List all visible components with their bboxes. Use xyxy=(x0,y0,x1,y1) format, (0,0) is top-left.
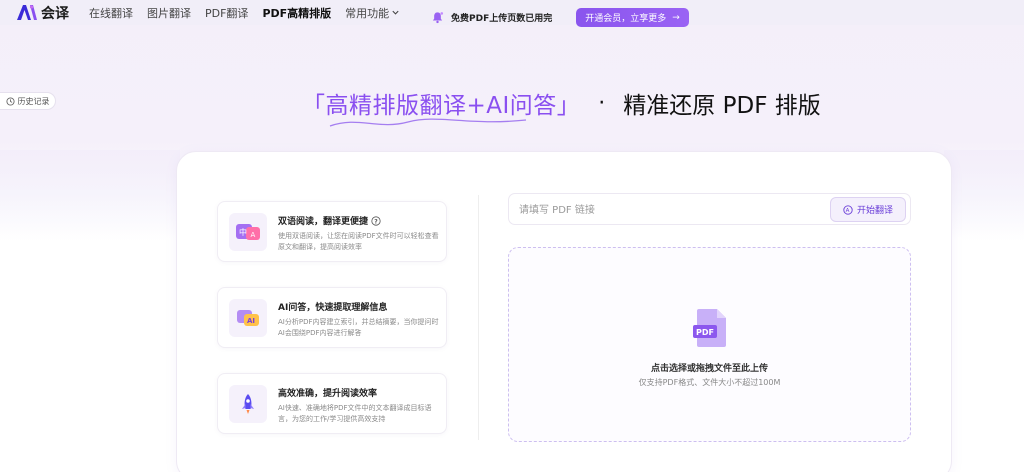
feature-icon-container xyxy=(229,385,267,423)
svg-text:A: A xyxy=(846,208,850,214)
bell-icon xyxy=(432,12,444,24)
feature-title: 双语阅读，翻译更便捷 ? xyxy=(278,214,381,227)
translate-icon: A xyxy=(843,204,853,215)
feature-card-ai-qa: AI AI问答，快速提取理解信息 AI分析PDF内容建立索引，并总结摘要，当你提… xyxy=(217,287,447,348)
hero-title-main: 精准还原 PDF 排版 xyxy=(623,93,821,119)
file-dropzone[interactable]: PDF 点击选择或拖拽文件至此上传 仅支持PDF格式、文件大小不超过100M xyxy=(508,247,911,442)
dropzone-title: 点击选择或拖拽文件至此上传 xyxy=(650,364,768,374)
rocket-icon xyxy=(242,394,254,414)
nav-common-tools[interactable]: 常用功能 xyxy=(345,5,400,21)
quota-notice: 免费PDF上传页数已用完 开通会员，立享更多 → xyxy=(431,8,689,27)
hero-underline-swash xyxy=(329,118,527,127)
start-translate-button[interactable]: A 开始翻译 xyxy=(830,197,906,222)
feature-description: AI分析PDF内容建立索引，并总结摘要，当你提问时AI会围绕PDF内容进行解答 xyxy=(278,318,439,337)
pdf-url-input[interactable] xyxy=(519,200,819,220)
upgrade-membership-button[interactable]: 开通会员，立享更多 → xyxy=(576,8,689,27)
nav-pdf-layout-translate[interactable]: PDF高精排版 xyxy=(262,5,331,21)
ai-qa-icon: AI xyxy=(237,310,259,326)
start-translate-label: 开始翻译 xyxy=(856,206,893,216)
feature-title: 高效准确，提升阅读效率 xyxy=(278,389,378,399)
dropzone-hint: 仅支持PDF格式、文件大小不超过100M xyxy=(638,378,781,387)
history-icon xyxy=(5,96,15,106)
history-button[interactable]: 历史记录 xyxy=(0,92,56,110)
nav-pdf-translate[interactable]: PDF翻译 xyxy=(205,5,248,21)
background-glow-right xyxy=(944,150,1024,240)
page: 会译 在线翻译 图片翻译 PDF翻译 PDF高精排版 常用功能 免费PDF上传页… xyxy=(0,0,1024,472)
svg-text:AI: AI xyxy=(247,317,255,325)
logo[interactable]: 会译 xyxy=(16,3,69,23)
feature-description: 使用双语阅读，让您在阅读PDF文件时可以轻松查看原文和翻译，提高阅读效率 xyxy=(278,232,439,251)
card-divider xyxy=(478,195,479,440)
logo-icon xyxy=(17,5,37,20)
feature-icon-container: 中 A xyxy=(229,213,267,251)
notice-text: 免费PDF上传页数已用完 xyxy=(451,14,553,24)
chevron-down-icon xyxy=(392,10,399,15)
svg-text:?: ? xyxy=(374,218,378,225)
upgrade-button-label: 开通会员，立享更多 xyxy=(585,14,667,24)
logo-text: 会译 xyxy=(41,5,69,22)
history-label: 历史记录 xyxy=(17,96,50,106)
background-glow-left xyxy=(0,150,180,240)
bilingual-icon: 中 A xyxy=(236,224,260,240)
pdf-file-icon: PDF xyxy=(693,309,726,347)
feature-icon-container: AI xyxy=(229,299,267,337)
pdf-icon-label: PDF xyxy=(696,328,714,337)
feature-title-text: 双语阅读，翻译更便捷 xyxy=(278,217,369,227)
nav-image-translate[interactable]: 图片翻译 xyxy=(147,5,191,21)
help-icon[interactable]: ? xyxy=(371,215,381,226)
main-nav: 在线翻译 图片翻译 PDF翻译 PDF高精排版 常用功能 xyxy=(89,5,400,21)
nav-online-translate[interactable]: 在线翻译 xyxy=(89,5,133,21)
feature-card-bilingual: 中 A 双语阅读，翻译更便捷 ? 使用双语阅读，让您在阅读PDF文件时可以轻松查… xyxy=(217,201,447,262)
feature-title: AI问答，快速提取理解信息 xyxy=(278,303,388,313)
svg-text:中: 中 xyxy=(239,227,247,237)
nav-common-tools-label: 常用功能 xyxy=(345,6,390,20)
arrow-right-icon: → xyxy=(672,12,680,23)
svg-text:A: A xyxy=(251,231,256,239)
feature-description: AI快速、准确地将PDF文件中的文本翻译成目标语言，为您的工作/学习提供高效支持 xyxy=(278,404,432,423)
feature-card-efficiency: 高效准确，提升阅读效率 AI快速、准确地将PDF文件中的文本翻译成目标语言，为您… xyxy=(217,373,447,434)
pdf-url-box: A 开始翻译 xyxy=(508,193,911,225)
hero-separator: · xyxy=(598,90,606,116)
